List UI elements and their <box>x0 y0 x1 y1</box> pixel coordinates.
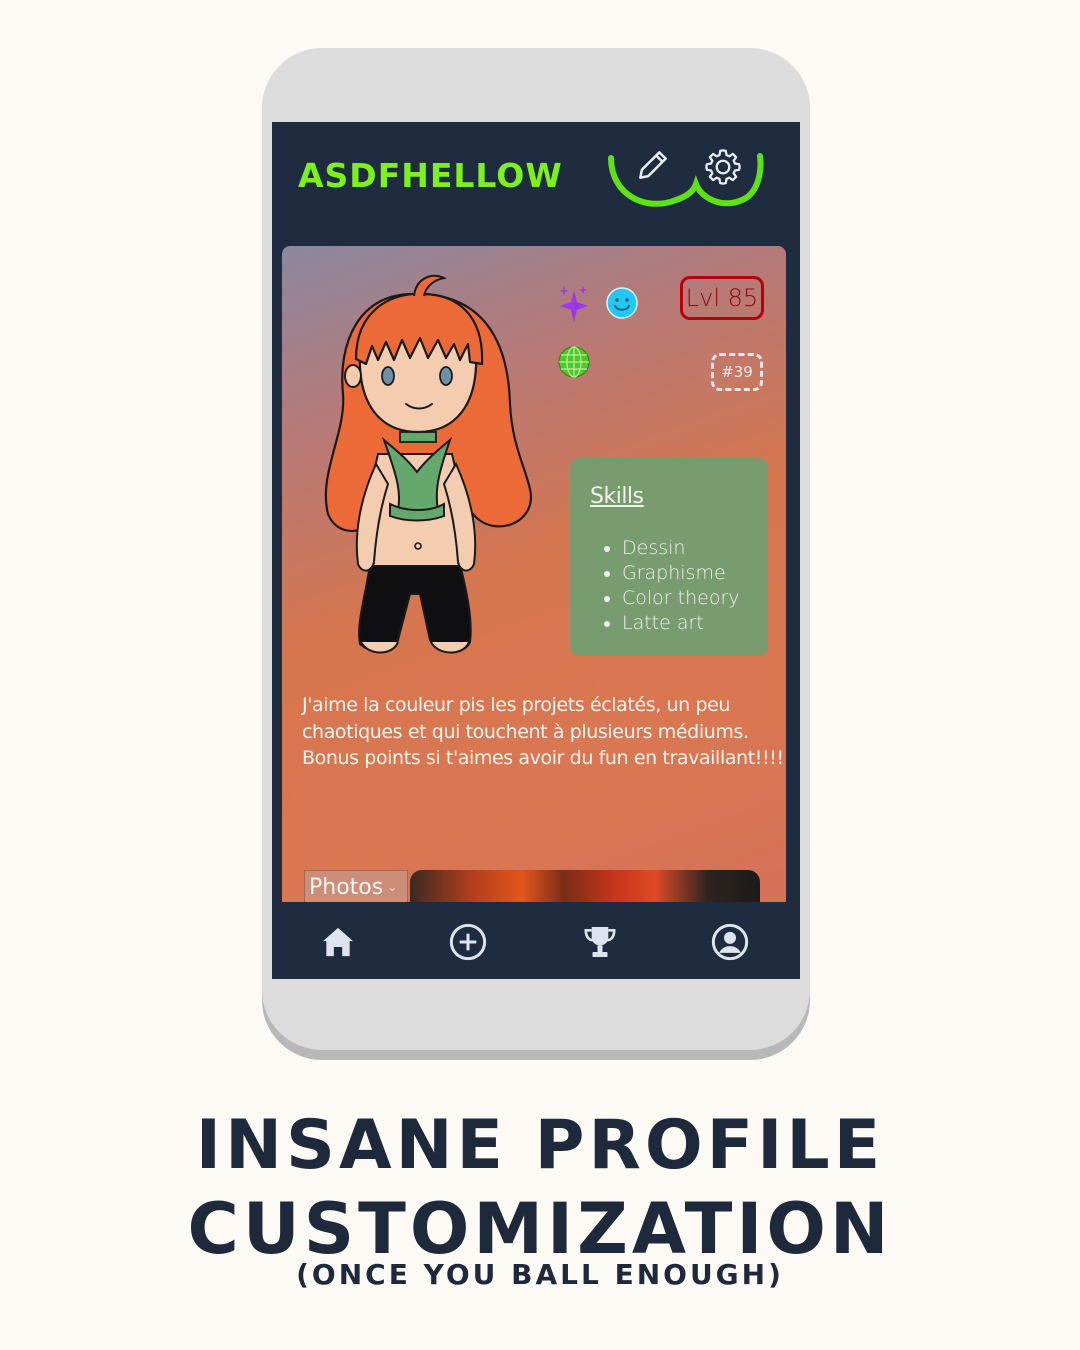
chevron-down-icon: ⌄ <box>387 880 398 894</box>
skill-item: Latte art <box>622 611 740 636</box>
nav-profile[interactable] <box>710 922 750 962</box>
avatar <box>324 274 533 654</box>
plus-circle-icon <box>449 923 487 961</box>
user-circle-icon <box>711 923 749 961</box>
profile-header: ASDFHELLOW <box>272 122 800 242</box>
skills-title: Skills <box>590 484 644 509</box>
profile-card: Lvl 85 #39 Skills Dessin Graphisme Color… <box>282 246 786 926</box>
caption-line-3: (ONCE YOU BALL ENOUGH) <box>296 1258 784 1291</box>
nav-leaderboard[interactable] <box>580 922 620 962</box>
bottom-nav <box>272 902 800 979</box>
home-icon <box>323 927 353 957</box>
username: ASDFHELLOW <box>298 156 563 195</box>
trophy-icon <box>584 927 616 957</box>
edit-profile-button[interactable] <box>634 146 672 188</box>
nav-home[interactable] <box>318 922 358 962</box>
skills-list: Dessin Graphisme Color theory Latte art <box>590 536 740 636</box>
skill-item: Dessin <box>622 536 740 561</box>
skills-panel: Skills Dessin Graphisme Color theory Lat… <box>570 458 768 656</box>
app-screen: ASDFHELLOW Lvl 85 #39 Skills • Dessin • … <box>272 122 800 979</box>
photos-dropdown-label: Photos <box>309 874 384 900</box>
pencil-icon <box>639 151 667 179</box>
nav-create[interactable] <box>448 922 488 962</box>
sparkles-icon <box>559 286 588 322</box>
smiley-icon <box>606 287 638 319</box>
rank-badge: #39 <box>711 353 763 391</box>
bio-text: J'aime la couleur pis les projets éclaté… <box>302 694 786 769</box>
skill-item: Graphisme <box>622 561 740 586</box>
globe-icon <box>558 346 590 378</box>
caption-line-1: INSANE PROFILE <box>195 1106 885 1185</box>
level-badge: Lvl 85 <box>680 276 764 320</box>
gear-icon <box>705 149 741 185</box>
photos-dropdown[interactable]: Photos ⌄ <box>304 870 408 904</box>
skill-item: Color theory <box>622 586 740 611</box>
settings-button[interactable] <box>702 146 744 192</box>
